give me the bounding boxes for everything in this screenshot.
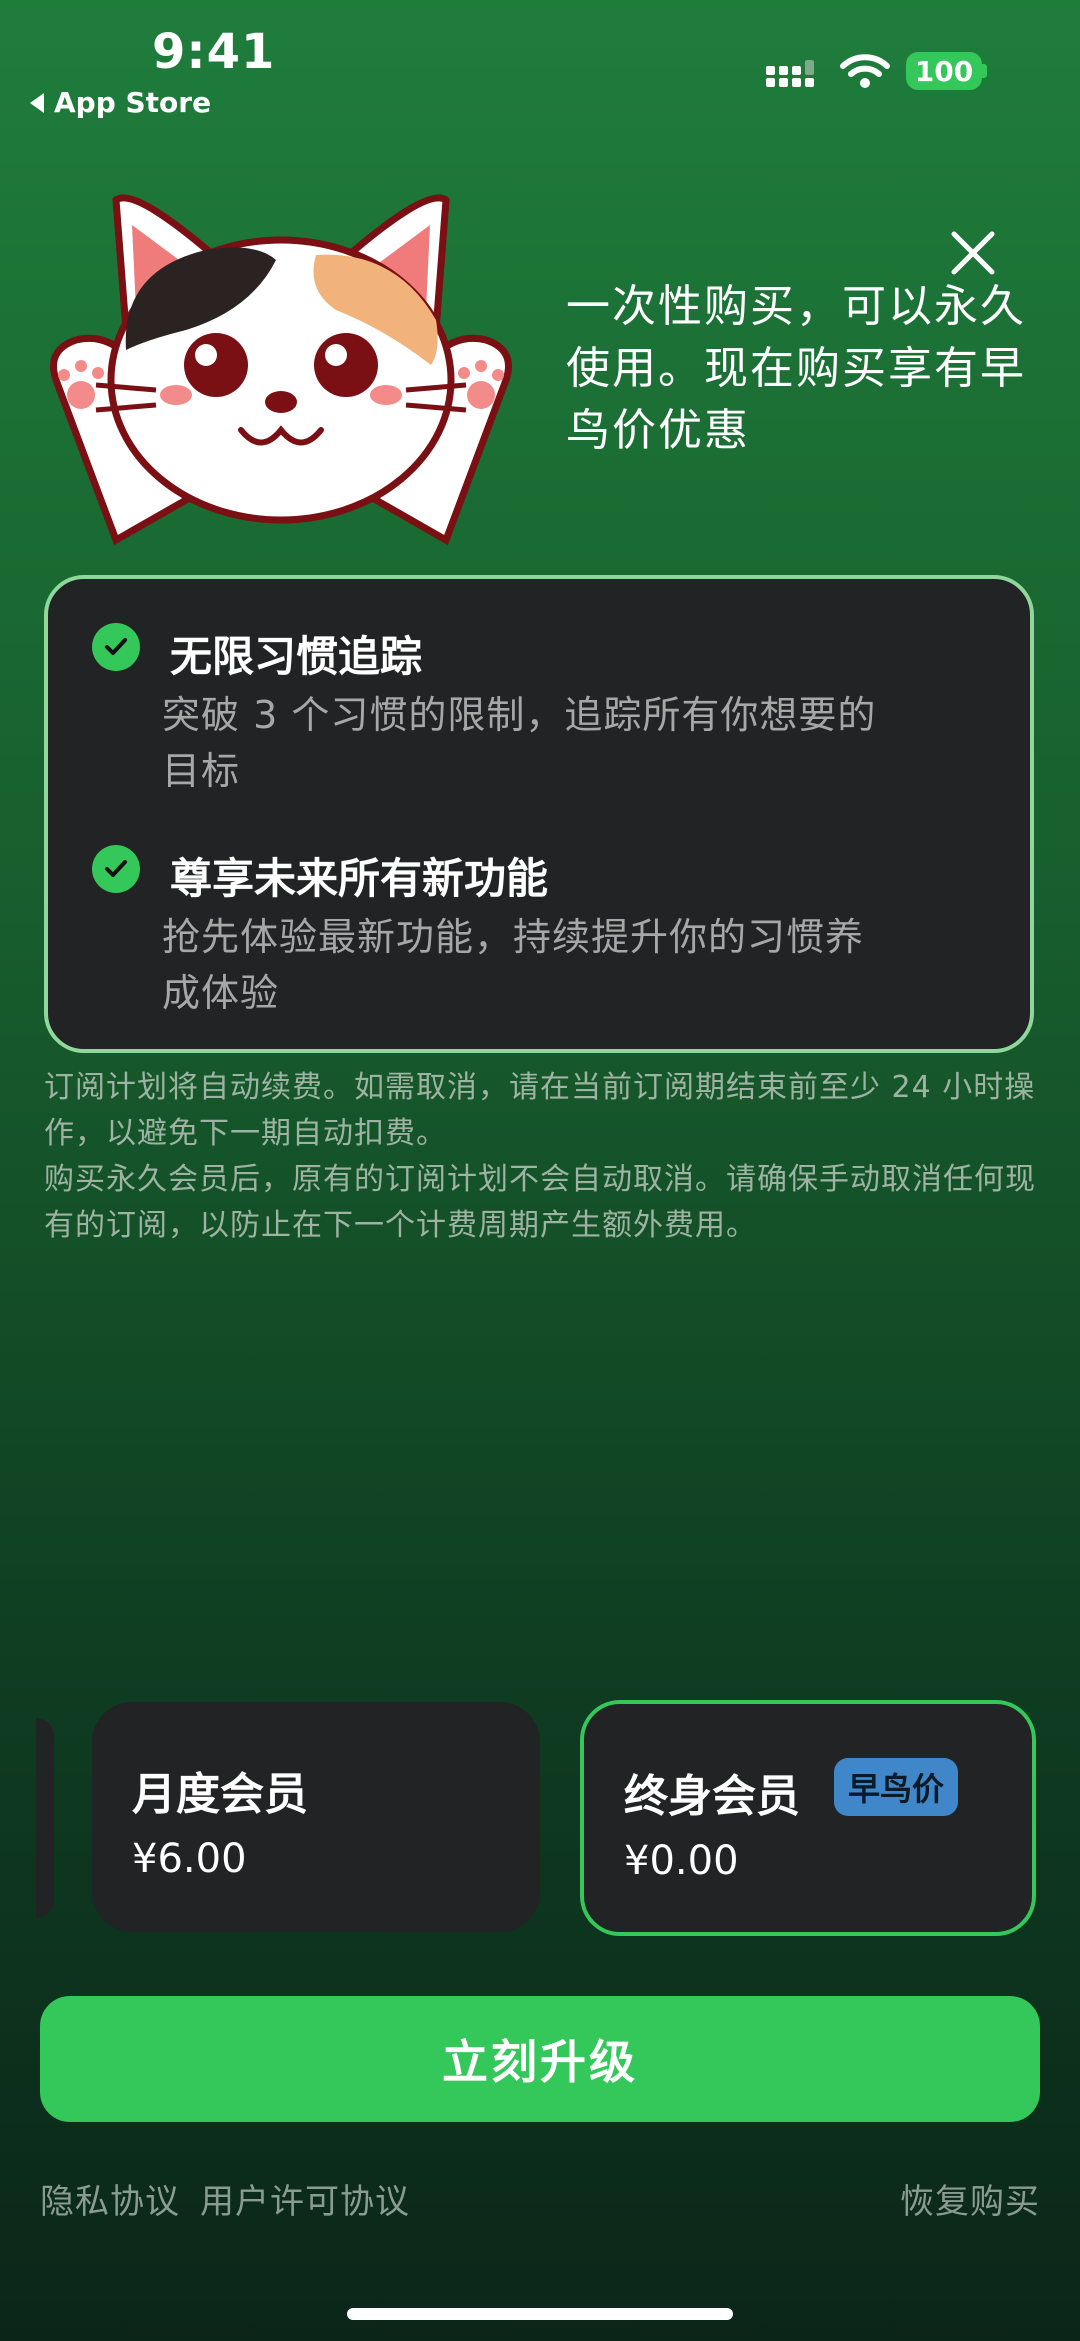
cat-mascot xyxy=(50,194,512,546)
close-icon[interactable] xyxy=(948,228,998,278)
wifi-icon xyxy=(840,54,890,88)
early-bird-badge: 早鸟价 xyxy=(834,1758,959,1816)
license-link[interactable]: 用户许可协议 xyxy=(200,2174,410,2223)
plan-price: ¥0.00 xyxy=(624,1838,739,1884)
note-lifetime: 购买永久会员后，原有的订阅计划不会自动取消。请确保手动取消任何现有的订阅，以防止… xyxy=(44,1162,1036,1243)
back-label: App Store xyxy=(54,86,212,119)
feature-title: 尊享未来所有新功能 xyxy=(170,854,549,903)
plan-card-monthly[interactable]: 月度会员 ¥6.00 xyxy=(92,1702,540,1932)
back-arrow-icon xyxy=(30,92,44,113)
check-icon xyxy=(92,845,140,893)
plan-card-lifetime[interactable]: 终身会员 早鸟价 ¥0.00 xyxy=(580,1700,1036,1936)
plan-name: 终身会员 xyxy=(624,1771,800,1822)
battery-icon: 100 xyxy=(906,52,982,90)
plan-price: ¥6.00 xyxy=(132,1836,247,1882)
status-time: 9:41 xyxy=(152,24,276,80)
check-icon xyxy=(92,623,140,671)
home-indicator xyxy=(347,2308,733,2320)
note-auto-renew: 订阅计划将自动续费。如需取消，请在当前订阅期结束前至少 24 小时操作，以避免下… xyxy=(44,1070,1036,1151)
battery-cap xyxy=(982,64,987,78)
feature-description: 抢先体验最新功能，持续提升你的习惯养成体验 xyxy=(162,915,865,1015)
feature-title: 无限习惯追踪 xyxy=(170,632,423,681)
promo-tagline: 一次性购买，可以永久使用。现在购买享有早鸟价优惠 xyxy=(566,281,1026,456)
plan-card-partial[interactable] xyxy=(36,1718,54,1918)
plan-name: 月度会员 xyxy=(132,1769,308,1820)
feature-description: 突破 3 个习惯的限制，追踪所有你想要的目标 xyxy=(162,693,877,793)
privacy-link[interactable]: 隐私协议 xyxy=(40,2174,180,2223)
features-card: 无限习惯追踪 突破 3 个习惯的限制，追踪所有你想要的目标 尊享未来所有新功能 … xyxy=(44,575,1034,1053)
signal-icon xyxy=(766,60,814,87)
subscription-notes: 订阅计划将自动续费。如需取消，请在当前订阅期结束前至少 24 小时操作，以避免下… xyxy=(44,1065,1044,1249)
restore-purchase-link[interactable]: 恢复购买 xyxy=(900,2174,1040,2223)
back-to-app-store[interactable]: App Store xyxy=(30,86,211,119)
upgrade-button[interactable]: 立刻升级 xyxy=(40,1996,1040,2122)
